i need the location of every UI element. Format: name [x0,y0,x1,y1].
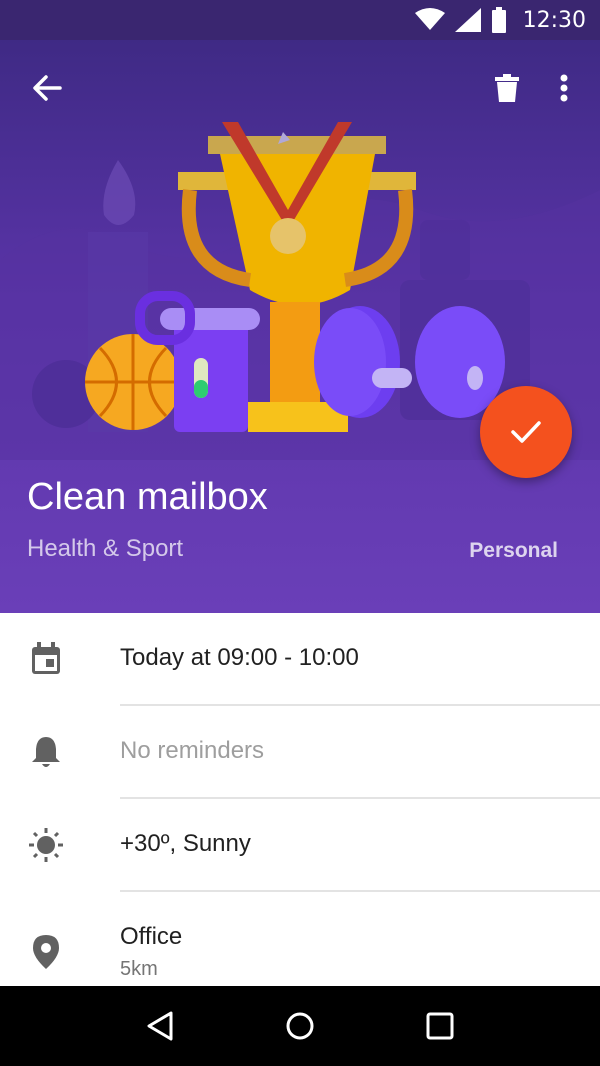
check-icon [511,421,541,443]
status-bar: 12:30 [0,0,600,40]
delete-button[interactable] [483,64,531,112]
task-header: Clean mailbox Health & Sport Personal [0,40,600,613]
complete-task-fab[interactable] [480,386,572,478]
system-nav-bar [0,986,600,1066]
task-details-list: Today at 09:00 - 10:00 No reminders +30º… [0,613,600,985]
battery-icon [491,7,506,33]
nav-home-button[interactable] [270,996,330,1056]
more-vert-icon [560,74,568,102]
bell-icon [28,734,64,770]
location-text: Office [120,923,183,950]
sun-icon [28,827,64,863]
nav-back-button[interactable] [130,996,190,1056]
more-options-button[interactable] [540,64,588,112]
wifi-icon [414,8,445,30]
task-category: Health & Sport [27,535,184,562]
task-title: Clean mailbox [27,476,268,518]
signal-icon [454,8,481,32]
list-item-weather[interactable]: +30º, Sunny [0,799,600,892]
nav-recents-button[interactable] [410,996,470,1056]
circle-home-icon [286,1012,314,1040]
location-pin-icon [28,934,64,970]
date-text: Today at 09:00 - 10:00 [120,644,359,671]
task-list-label[interactable]: Personal [469,539,558,563]
list-item-reminder[interactable]: No reminders [0,706,600,799]
weather-text: +30º, Sunny [120,830,251,857]
location-distance: 5km [120,958,158,980]
triangle-back-icon [147,1011,173,1041]
back-button[interactable] [23,64,71,112]
list-item-location[interactable]: Office 5km [0,892,600,985]
reminder-text: No reminders [120,737,265,764]
calendar-icon [28,641,64,677]
trash-icon [495,74,519,102]
list-item-date[interactable]: Today at 09:00 - 10:00 [0,613,600,706]
status-time: 12:30 [522,7,586,33]
square-recents-icon [426,1012,454,1040]
arrow-back-icon [33,75,62,101]
